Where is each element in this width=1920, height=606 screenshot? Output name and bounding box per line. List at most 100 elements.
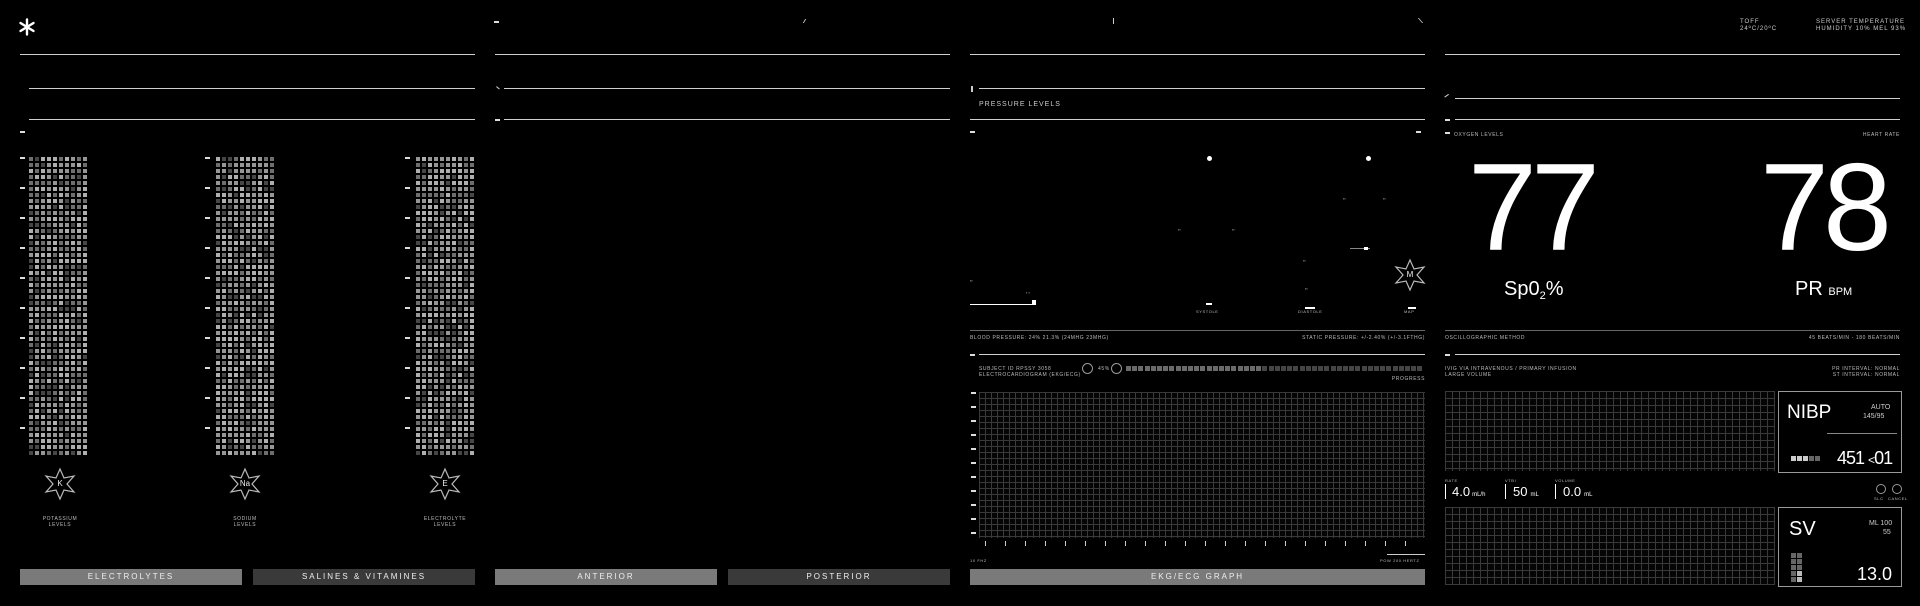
grid-cell — [83, 235, 87, 239]
grid-cell — [270, 157, 274, 161]
grid-cell — [446, 373, 450, 377]
grid-cell — [234, 163, 238, 167]
tab-posterior[interactable]: POSTERIOR — [728, 569, 950, 585]
grid-cell — [53, 439, 57, 443]
sv-card[interactable]: SV ML 100 55 13.0 — [1778, 507, 1902, 587]
grid-cell — [416, 217, 420, 221]
tab-anterior[interactable]: ANTERIOR — [495, 569, 717, 585]
grid-cell — [77, 433, 81, 437]
grid-cell — [35, 223, 39, 227]
grid-cell — [470, 343, 474, 347]
grid-cell — [29, 403, 33, 407]
grid-cell — [264, 343, 268, 347]
grid-cell — [422, 331, 426, 335]
snowflake-icon[interactable] — [18, 18, 36, 36]
grid-cell — [234, 175, 238, 179]
grid-cell — [446, 313, 450, 317]
grid-cell — [71, 331, 75, 335]
rate-value[interactable]: 4.0 mL/h — [1452, 484, 1485, 499]
grid-cell — [252, 421, 256, 425]
cancel-button[interactable] — [1892, 484, 1902, 494]
grid-cell — [452, 247, 456, 251]
tick-mark — [1325, 541, 1326, 546]
grid-cell — [41, 235, 45, 239]
grid-cell — [434, 199, 438, 203]
sodium-label: SODIUM LEVELS — [233, 516, 257, 528]
grid-cell — [35, 409, 39, 413]
grid-cell — [270, 427, 274, 431]
tick-mark — [494, 21, 499, 23]
grid-cell — [240, 325, 244, 329]
grid-cell — [470, 199, 474, 203]
grid-cell — [422, 253, 426, 257]
grid-cell — [270, 289, 274, 293]
progress-block — [1349, 366, 1355, 371]
tab-ekg-graph[interactable]: EKG/ECG GRAPH — [970, 569, 1425, 585]
grid-cell — [222, 325, 226, 329]
grid-cell — [240, 187, 244, 191]
grid-cell — [35, 175, 39, 179]
grid-cell — [41, 265, 45, 269]
volume-value[interactable]: 0.0 mL — [1563, 484, 1592, 499]
tick-mark — [970, 131, 975, 133]
grid-cell — [234, 373, 238, 377]
grid-cell — [35, 241, 39, 245]
grid-cell — [240, 403, 244, 407]
grid-cell — [422, 193, 426, 197]
grid-cell — [59, 379, 63, 383]
grid-cell — [416, 373, 420, 377]
tab-salines-vitamines[interactable]: SALINES & VITAMINES — [253, 569, 475, 585]
beats-range-label: 45 BEATS/MIN - 180 BEATS/MIN — [1808, 335, 1900, 341]
grid-cell — [240, 205, 244, 209]
slc-button[interactable] — [1876, 484, 1886, 494]
grid-cell — [29, 193, 33, 197]
grid-cell — [83, 367, 87, 371]
grid-cell — [65, 379, 69, 383]
grid-cell — [228, 313, 232, 317]
potassium-emblem-icon[interactable]: K — [43, 467, 77, 501]
tick-mark — [405, 157, 410, 159]
tick-mark — [971, 490, 976, 492]
grid-cell — [71, 367, 75, 371]
grid-cell — [428, 283, 432, 287]
grid-cell — [59, 403, 63, 407]
grid-cell — [258, 223, 262, 227]
tab-electrolytes[interactable]: ELECTROLYTES — [20, 569, 242, 585]
sodium-emblem-icon[interactable]: Na — [228, 467, 262, 501]
grid-cell — [258, 313, 262, 317]
progress-block — [1237, 366, 1243, 371]
target-icon[interactable] — [1111, 363, 1122, 374]
grid-cell — [422, 397, 426, 401]
grid-cell — [240, 415, 244, 419]
grid-cell — [222, 229, 226, 233]
grid-cell — [216, 355, 220, 359]
grid-cell — [452, 355, 456, 359]
grid-cell — [71, 373, 75, 377]
grid-cell — [77, 193, 81, 197]
grid-cell — [264, 169, 268, 173]
grid-cell — [71, 415, 75, 419]
vtbi-value[interactable]: 50 mL — [1513, 484, 1539, 499]
grid-cell — [83, 283, 87, 287]
nibp-card[interactable]: NIBP AUTO 145/95 451 <01 — [1778, 391, 1902, 473]
grid-cell — [53, 271, 57, 275]
grid-cell — [234, 433, 238, 437]
grid-cell — [240, 235, 244, 239]
grid-cell — [446, 175, 450, 179]
electrolyte-emblem-icon[interactable]: E — [428, 467, 462, 501]
grid-cell — [470, 391, 474, 395]
grid-cell — [47, 301, 51, 305]
grid-cell — [452, 163, 456, 167]
mean-pressure-emblem-icon[interactable]: M — [1393, 258, 1427, 292]
server-temperature: SERVER TEMPERATURE HUMIDITY 10% MEL 93% — [1816, 19, 1907, 32]
grid-cell — [470, 385, 474, 389]
grid-cell — [216, 379, 220, 383]
grid-cell — [35, 349, 39, 353]
record-icon[interactable] — [1082, 363, 1093, 374]
grid-cell — [464, 391, 468, 395]
grid-cell — [222, 217, 226, 221]
tick-mark — [1125, 541, 1126, 546]
grid-cell — [216, 409, 220, 413]
emblem-symbol: E — [442, 479, 448, 488]
grid-cell — [53, 301, 57, 305]
